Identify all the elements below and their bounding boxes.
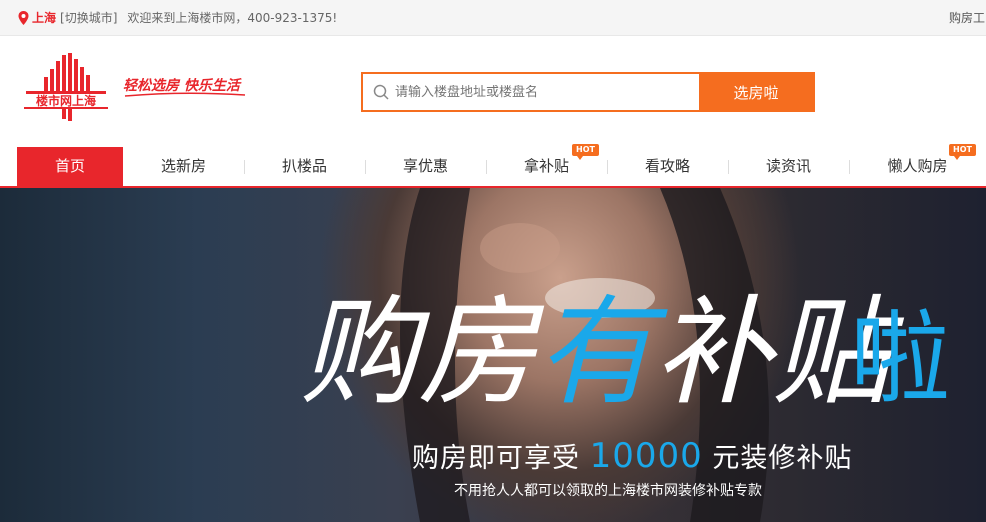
search-bar: 选房啦 [361,72,815,112]
nav-item-deals[interactable]: 享优惠 [365,147,486,186]
welcome-text: 欢迎来到上海楼市网，400-923-1375! [127,11,338,25]
top-bar: 上海 [切换城市] 欢迎来到上海楼市网，400-923-1375! 购房工 [0,0,986,36]
nav-item-label: 懒人购房 [887,157,948,175]
nav-item-label: 首页 [54,157,85,175]
slogan: 轻松选房 快乐生活 [123,77,246,97]
site-logo[interactable]: 楼市网上海 [24,53,108,125]
nav-item-label: 享优惠 [402,157,448,175]
main-nav: 首页 选新房 扒楼品 享优惠 拿补贴 HOT 看攻略 读资讯 懒人购房 HOT [0,144,986,188]
nav-item-property-reviews[interactable]: 扒楼品 [244,147,365,186]
nav-item-guides[interactable]: 看攻略 [607,147,728,186]
current-city: 上海 [32,11,57,25]
subtitle-prefix: 购房即可享受 [412,443,580,474]
headline-part-2: 有 [536,283,668,421]
slogan-text: 轻松选房 快乐生活 [123,77,242,94]
nav-item-subsidy[interactable]: 拿补贴 HOT [486,144,607,186]
search-input[interactable] [395,84,675,100]
nav-item-label: 选新房 [160,157,206,175]
banner-headline: 购房 有 补贴 啦 [300,283,950,421]
subtitle-suffix: 元装修补贴 [712,443,853,474]
top-bar-left: 上海 [切换城市] 欢迎来到上海楼市网，400-923-1375! [18,9,337,26]
nav-item-news[interactable]: 读资讯 [728,147,849,186]
subsidy-amount: 10000 [589,436,703,476]
nav-item-label: 扒楼品 [281,157,327,175]
search-box [363,74,699,110]
search-button[interactable]: 选房啦 [699,74,813,110]
banner-subtitle: 购房即可享受 10000 元装修补贴 [412,436,852,476]
hero-banner[interactable]: 购房 有 补贴 啦 购房即可享受 10000 元装修补贴 不用抢人人都可以领取的… [0,188,986,522]
nav-item-label: 看攻略 [644,157,690,175]
headline-part-1: 购房 [300,283,545,421]
location-pin-icon [18,10,29,25]
nav-item-home[interactable]: 首页 [17,147,123,186]
banner-note: 不用抢人人都可以领取的上海楼市网装修补贴专款 [454,483,762,499]
header: 楼市网上海 轻松选房 快乐生活 选房啦 [0,37,986,147]
search-icon [373,84,389,100]
logo-text: 楼市网上海 [36,93,96,108]
switch-city-link[interactable]: [切换城市] [60,9,117,26]
hot-badge: HOT [572,144,599,160]
hot-badge: HOT [949,144,976,160]
nav-item-label: 读资讯 [765,157,811,175]
home-buying-tools-link[interactable]: 购房工 [949,9,985,26]
nav-item-label: 拿补贴 [523,157,569,175]
headline-part-4: 啦 [850,300,950,417]
nav-item-new-homes[interactable]: 选新房 [123,147,244,186]
nav-item-lazy-buying[interactable]: 懒人购房 HOT [849,144,986,186]
